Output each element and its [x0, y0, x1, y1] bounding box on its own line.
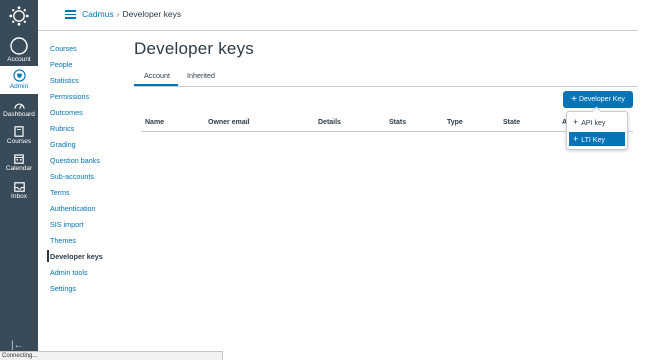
- breadcrumb-current: Developer keys: [122, 9, 182, 19]
- developer-key-type-menu: + API key + LTI Key: [566, 106, 628, 150]
- admin-nav-statistics[interactable]: Statistics: [50, 76, 79, 85]
- column-header-state: State: [503, 119, 521, 126]
- admin-nav-admin-tools[interactable]: Admin tools: [50, 268, 88, 277]
- admin-nav-rubrics[interactable]: Rubrics: [50, 124, 74, 133]
- global-nav-account[interactable]: Account: [0, 37, 38, 64]
- global-nav-inbox-label: Inbox: [11, 193, 27, 200]
- global-nav-courses[interactable]: Courses: [0, 126, 38, 146]
- column-header-stats: Stats: [389, 119, 407, 126]
- admin-nav-developer-keys[interactable]: Developer keys: [50, 252, 103, 261]
- breadcrumb-root-link[interactable]: Cadmus: [82, 9, 114, 19]
- tabs-divider: [134, 86, 638, 87]
- admin-nav-settings[interactable]: Settings: [50, 284, 76, 293]
- developer-keys-table-header: Name Owner email Details Stats Type Stat…: [141, 111, 633, 132]
- breadcrumb: Cadmus › Developer keys: [82, 9, 181, 19]
- global-nav-dashboard[interactable]: Dashboard: [0, 100, 38, 119]
- global-nav-calendar-label: Calendar: [5, 165, 33, 172]
- global-nav-admin[interactable]: Admin: [0, 66, 38, 94]
- plus-icon: +: [571, 94, 577, 105]
- admin-nav-sis-import[interactable]: SIS import: [50, 220, 84, 229]
- global-nav-dashboard-label: Dashboard: [3, 111, 35, 118]
- canvas-logo-icon[interactable]: [9, 6, 29, 26]
- admin-nav-outcomes[interactable]: Outcomes: [50, 108, 83, 117]
- plus-icon: +: [573, 117, 579, 127]
- calendar-icon: [14, 154, 24, 164]
- global-nav-calendar[interactable]: Calendar: [0, 154, 38, 173]
- inbox-icon: [13, 182, 25, 192]
- column-header-details: Details: [318, 119, 341, 126]
- hamburger-menu-icon[interactable]: [65, 10, 76, 19]
- plus-icon: +: [573, 134, 579, 144]
- breadcrumb-separator: ›: [116, 9, 120, 19]
- admin-nav-sub-accounts[interactable]: Sub-accounts: [50, 172, 94, 181]
- global-nav-inbox[interactable]: Inbox: [0, 182, 38, 201]
- tab-account[interactable]: Account: [144, 71, 170, 80]
- admin-shield-icon: [12, 69, 26, 82]
- admin-nav-active-indicator: [47, 250, 49, 262]
- admin-nav-courses[interactable]: Courses: [50, 44, 77, 53]
- admin-nav-people[interactable]: People: [50, 60, 72, 69]
- admin-nav-question-banks[interactable]: Question banks: [50, 156, 100, 165]
- page-header: Cadmus › Developer keys: [38, 0, 638, 31]
- add-developer-key-label: Developer Key: [578, 96, 625, 103]
- admin-nav-terms[interactable]: Terms: [50, 188, 70, 197]
- global-nav: Account Admin Dashboard Courses Calendar: [0, 0, 38, 360]
- menu-item-lti-key-label: LTI Key: [581, 137, 605, 144]
- admin-nav-themes[interactable]: Themes: [50, 236, 76, 245]
- add-developer-key-button[interactable]: + Developer Key: [563, 91, 633, 108]
- menu-item-api-key[interactable]: + API key: [569, 115, 625, 129]
- courses-book-icon: [14, 126, 24, 137]
- tab-inherited[interactable]: Inherited: [187, 71, 215, 80]
- account-icon: [10, 37, 28, 55]
- global-nav-account-label: Account: [7, 56, 31, 63]
- column-header-name: Name: [145, 119, 165, 126]
- menu-item-lti-key[interactable]: + LTI Key: [569, 132, 625, 146]
- page-title: Developer keys: [134, 39, 254, 58]
- admin-nav-permissions[interactable]: Permissions: [50, 92, 89, 101]
- browser-status-bar: Connecting...: [0, 351, 223, 360]
- collapse-nav-icon[interactable]: |←: [11, 340, 24, 351]
- global-nav-admin-label: Admin: [9, 83, 29, 90]
- admin-nav-grading[interactable]: Grading: [50, 140, 76, 149]
- column-header-owner-email: Owner email: [208, 119, 250, 126]
- menu-item-api-key-label: API key: [581, 120, 606, 127]
- dashboard-icon: [13, 103, 25, 109]
- key-tabs: Account Inherited: [134, 66, 638, 87]
- column-header-type: Type: [447, 119, 463, 126]
- admin-nav-authentication[interactable]: Authentication: [50, 204, 96, 213]
- global-nav-courses-label: Courses: [6, 138, 32, 145]
